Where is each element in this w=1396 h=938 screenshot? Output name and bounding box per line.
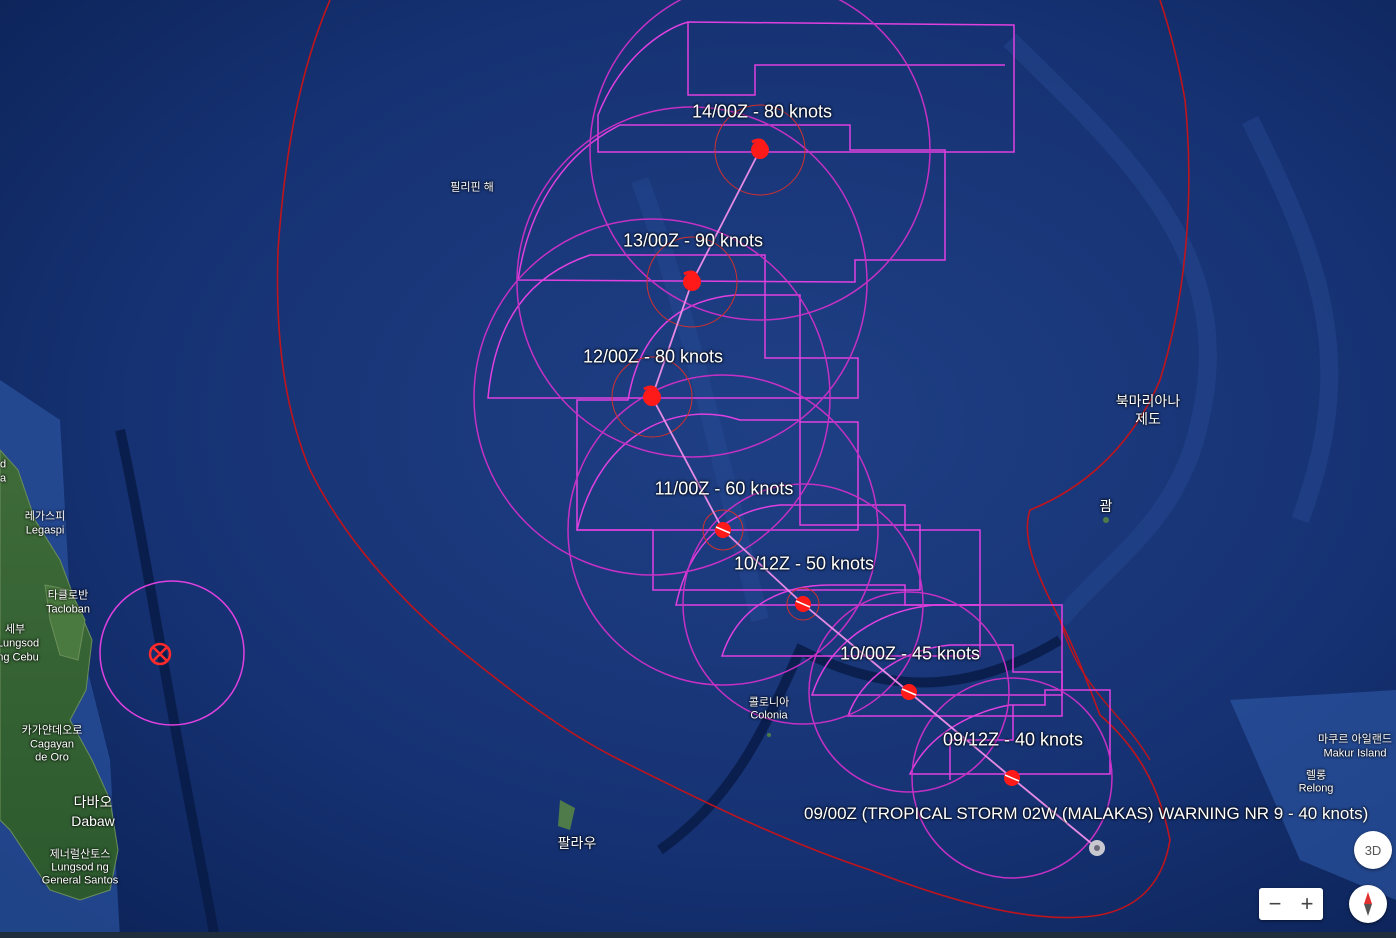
storm-icon-11-00z — [715, 522, 731, 538]
place-cagayan-ko: 카가얀데오로 — [21, 724, 83, 737]
place-makur-ko: 마쿠르 아일랜드 — [1318, 733, 1392, 746]
place-cebu-ko: 세부 — [4, 623, 26, 636]
place-philippine-sea: 필리핀 해 — [450, 181, 494, 194]
place-cebu-1: Lungsod — [0, 637, 40, 650]
place-relong-ko: 렐롱 — [1305, 769, 1327, 782]
forecast-label-10-00z: 10/00Z - 45 knots — [839, 643, 981, 664]
current-position-icon — [1089, 840, 1105, 856]
place-relong: Relong — [1298, 782, 1334, 795]
place-northern-mariana-1: 북마리아나 — [1115, 393, 1181, 409]
forecast-label-09-12z: 09/12Z - 40 knots — [942, 729, 1084, 750]
satellite-map[interactable] — [0, 0, 1396, 938]
zoom-out-button[interactable]: − — [1259, 888, 1291, 920]
place-gensan-1: Lungsod ng — [51, 861, 109, 874]
forecast-label-11-00z: 11/00Z - 60 knots — [654, 478, 794, 499]
place-gensan-ko: 제너럴산토스 — [49, 848, 111, 861]
place-tacloban: Tacloban — [45, 603, 91, 616]
forecast-label-10-12z: 10/12Z - 50 knots — [733, 553, 875, 574]
storm-icon-10-00z — [901, 684, 917, 700]
forecast-label-13-00z: 13/00Z - 90 knots — [622, 230, 764, 251]
place-cagayan-2: de Oro — [35, 751, 69, 764]
compass-icon — [1364, 892, 1372, 916]
place-guam: 괌 — [1099, 498, 1113, 514]
place-edge-2: a — [0, 472, 7, 485]
storm-icon-09-12z — [1004, 770, 1020, 786]
place-davao: Dabaw — [71, 813, 115, 829]
place-makur: Makur Island — [1323, 747, 1387, 760]
place-cebu-2: ng Cebu — [0, 651, 39, 664]
place-colonia-ko: 콜로니아 — [748, 696, 790, 709]
place-cagayan-1: Cagayan — [29, 738, 75, 751]
compass-button[interactable] — [1349, 885, 1387, 923]
zoom-in-button[interactable]: + — [1291, 888, 1323, 920]
place-edge-1: d — [0, 458, 7, 471]
forecast-label-14-00z: 14/00Z - 80 knots — [691, 101, 833, 122]
warning-label: 09/00Z (TROPICAL STORM 02W (MALAKAS) WAR… — [804, 804, 1369, 823]
bottom-bar — [0, 932, 1396, 938]
place-palau: 팔라우 — [557, 835, 597, 851]
place-tacloban-ko: 타클로반 — [47, 589, 89, 602]
place-colonia: Colonia — [750, 709, 788, 722]
place-gensan-2: General Santos — [41, 874, 119, 887]
forecast-label-12-00z: 12/00Z - 80 knots — [582, 346, 724, 367]
place-legaspi: Legaspi — [25, 524, 65, 537]
storm-icon-10-12z — [795, 596, 811, 612]
place-legaspi-ko: 레가스피 — [24, 510, 66, 523]
place-davao-ko: 다바오 — [73, 794, 113, 810]
zoom-control: − + — [1259, 888, 1323, 920]
place-northern-mariana-2: 제도 — [1135, 411, 1161, 427]
3d-toggle-button[interactable]: 3D — [1354, 831, 1392, 869]
